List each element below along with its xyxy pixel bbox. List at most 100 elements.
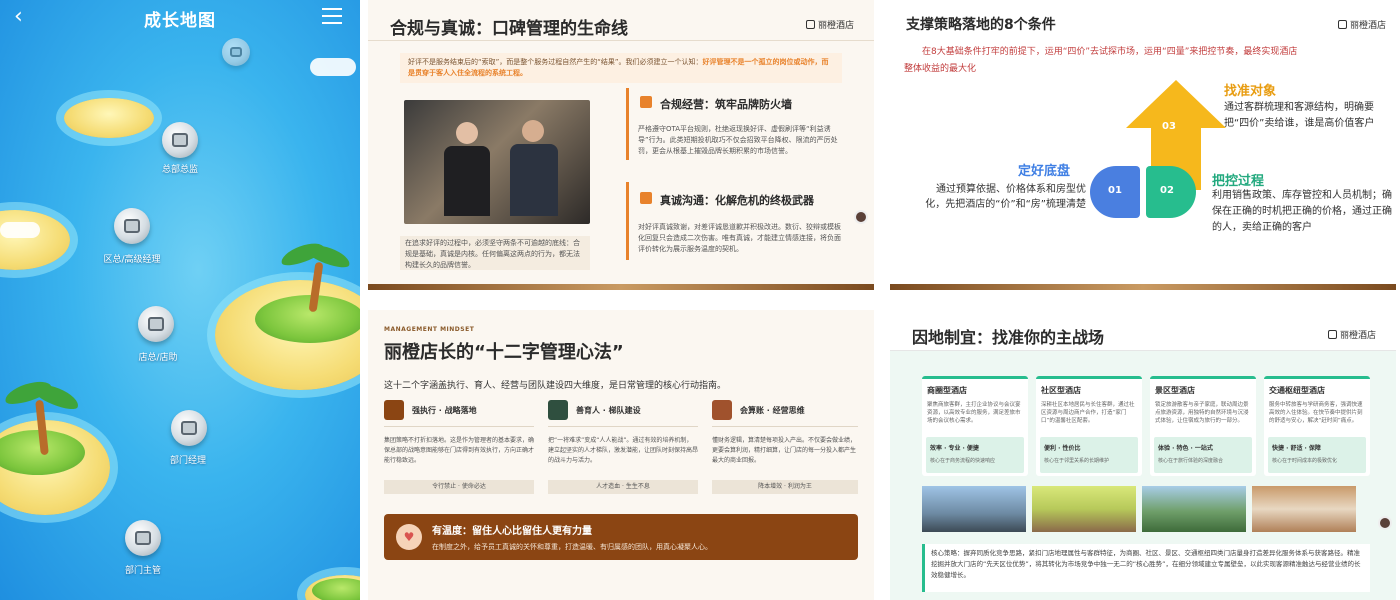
logo-text: 丽橙酒店 xyxy=(1340,331,1377,341)
card-tag: 人才造血 · 生生不息 xyxy=(548,480,698,494)
mindset-card: 强执行 · 战略落地 集团策略不打折扣落地。这是作为管理者的基本要求，确保总部的… xyxy=(384,400,534,500)
card-text: 服务中转旅客与学研商务客，强调快速高效的入住体验。在快节奏中提供片刻的舒适与安心… xyxy=(1269,402,1363,424)
card-key-box: 快捷 · 舒适 · 保障 核心在于时间成本的极致优化 xyxy=(1268,437,1366,473)
divider xyxy=(384,426,534,427)
slide-management-mindset: MANAGEMENT MINDSET 丽橙店长的“十二字管理心法” 这十二个字涵… xyxy=(368,310,874,600)
shield-icon xyxy=(640,96,652,108)
block-text: 通过客群梳理和客源结构，明确要把“四价”卖给谁，谁是高价值客户 xyxy=(1224,102,1375,129)
community-room-photo xyxy=(1032,486,1136,532)
card-key-box: 体验 · 特色 · 一站式 核心在于旅行体验的深度融合 xyxy=(1154,437,1252,473)
handshake-photo xyxy=(404,100,590,224)
step-number: 01 xyxy=(1108,185,1122,196)
slide-title: 合规与真诚：口碑管理的生命线 xyxy=(390,19,628,39)
menu-icon[interactable] xyxy=(322,8,342,24)
scenic-hotel-photo xyxy=(1142,486,1246,532)
divider xyxy=(548,426,698,427)
island-sand xyxy=(0,210,70,270)
brand-logo: 丽橙酒店 xyxy=(806,18,854,31)
warmth-banner: ♥ 有温度：留住人心比留住人更有力量 在制度之外，给予员工真诚的关怀和尊重，打造… xyxy=(384,514,858,560)
hotel-type-card: 社区型酒店 深耕社区本地居民与长住客群，通过社区资源与周边商户合作，打造“家门口… xyxy=(1036,376,1142,476)
avatar[interactable] xyxy=(854,210,868,224)
divider xyxy=(712,426,858,427)
card-title: 社区型酒店 xyxy=(1041,386,1081,395)
level-node-label[interactable]: 部门经理 xyxy=(143,453,233,466)
mindset-card: 会算账 · 经营思维 懂财务逻辑，算清楚每项投入产出。不仅要会做业绩，更要会算利… xyxy=(712,400,858,500)
block-title: 把控过程 xyxy=(1212,174,1265,189)
photo-caption: 在追求好评的过程中，必须坚守两条不可逾越的底线：合规是基础，真诚是内核。任何偏离… xyxy=(400,236,590,270)
heart-icon: ♥ xyxy=(396,524,422,550)
level-node-label[interactable]: 总部总监 xyxy=(135,162,225,175)
logo-text: 丽橙酒店 xyxy=(818,21,855,31)
block-text: 通过预算依据、价格体系和房型优化，先把酒店的“价”和“房”梳理清楚 xyxy=(925,184,1086,210)
card-text: 集团策略不打折扣落地。这是作为管理者的基本要求，确保总部的战略意图能够在门店得到… xyxy=(384,437,535,464)
section-text: 严格遵守OTA平台规则，杜绝返现换好评、虚假刷评等“利益诱导”行为。此类短期投机… xyxy=(638,125,838,155)
card-title: 善育人 · 梯队建设 xyxy=(576,406,641,415)
card-title: 景区型酒店 xyxy=(1155,386,1195,395)
slide-title: 因地制宜：找准你的主战场 xyxy=(912,328,1105,347)
card-key: 快捷 · 舒适 · 保障 xyxy=(1272,445,1321,452)
card-sub: 核心在于邻里关系的长期维护 xyxy=(1044,458,1110,464)
growth-map-screen: ‹ 成长地图 总部总监 区总/高级经理 店总/店助 部门经理 部门主管 xyxy=(0,0,360,600)
banner-text: 在制度之外，给予员工真诚的关怀和尊重，打造温暖、有归属感的团队，用真心凝聚人心。 xyxy=(432,543,712,551)
slide-local-strategy: 因地制宜：找准你的主战场 丽橙酒店 商圈型酒店 聚焦商旅客群，主打企业协议与会议… xyxy=(890,310,1396,600)
card-sub: 核心在于旅行体验的深度融合 xyxy=(1158,458,1224,464)
card-text: 把“一将难求”变成“人人能战”。通过有效的培养机制，建立起坚实的人才梯队，激发潜… xyxy=(548,437,699,464)
slide-compliance: 合规与真诚：口碑管理的生命线 丽橙酒店 好评不是服务结束后的“索取”，而是整个服… xyxy=(368,0,874,290)
transit-room-photo xyxy=(1252,486,1356,532)
level-node-icon[interactable] xyxy=(114,208,150,244)
level-node-icon[interactable] xyxy=(138,306,174,342)
intro-text: 在8大基础条件打牢的前提下，运用“四价”去试探市场，运用“四量”来把控节奏，最终… xyxy=(904,47,1298,74)
city-hotel-photo xyxy=(922,486,1026,532)
rocket-icon xyxy=(384,400,404,420)
island-grass xyxy=(255,295,360,343)
chat-icon xyxy=(640,192,652,204)
cloud-icon xyxy=(0,222,40,238)
divider xyxy=(368,40,874,41)
intro-text: 这十二个字涵盖执行、育人、经营与团队建设四大维度，是日常管理的核心行动指南。 xyxy=(384,381,727,391)
card-text: 聚焦商旅客群，主打企业协议与会议宴资源，以高效专业的服务，满足差旅市场的会议核心… xyxy=(927,402,1021,424)
level-node-icon[interactable] xyxy=(125,520,161,556)
section-text: 对好评真诚致谢，对差评诚恳道歉并积极改进。数衍、狡辩或模板化回复只会造成二次伤害… xyxy=(638,223,841,253)
island-grass xyxy=(312,578,360,600)
section-title: 真诚沟通：化解危机的终极武器 xyxy=(660,194,814,207)
logo-icon xyxy=(806,20,815,29)
level-node-label[interactable]: 店总/店助 xyxy=(113,350,203,363)
locked-node-icon xyxy=(222,38,250,66)
level-node-label[interactable]: 区总/高级经理 xyxy=(87,252,177,265)
block-text: 利用销售政策、库存管控和人员机制；确保在正确的时机把正确的价格，通过正确的人，卖… xyxy=(1212,190,1392,233)
slide-eight-conditions: 支撑策略落地的8个条件 丽橙酒店 在8大基础条件打牢的前提下，运用“四价”去试探… xyxy=(890,0,1396,290)
section-accent xyxy=(626,182,629,260)
chart-icon xyxy=(712,400,732,420)
level-node-icon[interactable] xyxy=(171,410,207,446)
intro-box: 好评不是服务结束后的“索取”，而是整个服务过程自然产生的“结果”。我们必须建立一… xyxy=(400,53,842,83)
island-sand xyxy=(64,98,154,138)
mindset-card: 善育人 · 梯队建设 把“一将难求”变成“人人能战”。通过有效的培养机制，建立起… xyxy=(548,400,698,500)
card-key-box: 效率 · 专业 · 便捷 核心在于商务流程的快速响应 xyxy=(926,437,1024,473)
sprout-icon xyxy=(548,400,568,420)
card-key-box: 便利 · 性价比 核心在于邻里关系的长期维护 xyxy=(1040,437,1138,473)
person-icon xyxy=(444,146,490,216)
strategy-text: 核心策略：摒弃同质化竞争思路，紧扣门店地理属性与客群特征，为商圈、社区、景区、交… xyxy=(922,544,1370,592)
card-tag: 令行禁止 · 使命必达 xyxy=(384,480,534,494)
person-icon xyxy=(510,144,558,216)
level-node-icon[interactable] xyxy=(162,122,198,158)
step-number: 03 xyxy=(1162,121,1176,132)
logo-icon xyxy=(1338,20,1347,29)
hotel-type-card: 商圈型酒店 聚焦商旅客群，主打企业协议与会议宴资源，以高效专业的服务，满足差旅市… xyxy=(922,376,1028,476)
logo-icon xyxy=(1328,330,1337,339)
hotel-type-card: 交通枢纽型酒店 服务中转旅客与学研商务客，强调快速高效的入住体验。在快节奏中提供… xyxy=(1264,376,1370,476)
footer-bar xyxy=(890,284,1396,290)
step-number: 02 xyxy=(1160,185,1174,196)
card-text: 懂财务逻辑，算清楚每项投入产出。不仅要会做业绩，更要会算利润，精打细算，让门店的… xyxy=(712,437,857,464)
section-accent xyxy=(626,88,629,160)
brand-logo: 丽橙酒店 xyxy=(1338,18,1386,31)
slide-title: 丽橙店长的“十二字管理心法” xyxy=(384,342,624,363)
avatar[interactable] xyxy=(1378,516,1392,530)
card-key: 便利 · 性价比 xyxy=(1044,445,1081,452)
hotel-type-card: 景区型酒店 锁定旅游散客与亲子家庭，联动周边景点旅游资源，用独特的自然环境与沉浸… xyxy=(1150,376,1256,476)
brand-logo: 丽橙酒店 xyxy=(1328,328,1376,341)
card-title: 商圈型酒店 xyxy=(927,386,967,395)
level-node-label[interactable]: 部门主管 xyxy=(98,563,188,576)
footer-bar xyxy=(368,284,874,290)
card-text: 锁定旅游散客与亲子家庭，联动周边景点旅游资源，用独特的自然环境与沉浸式体验，让住… xyxy=(1155,402,1249,424)
